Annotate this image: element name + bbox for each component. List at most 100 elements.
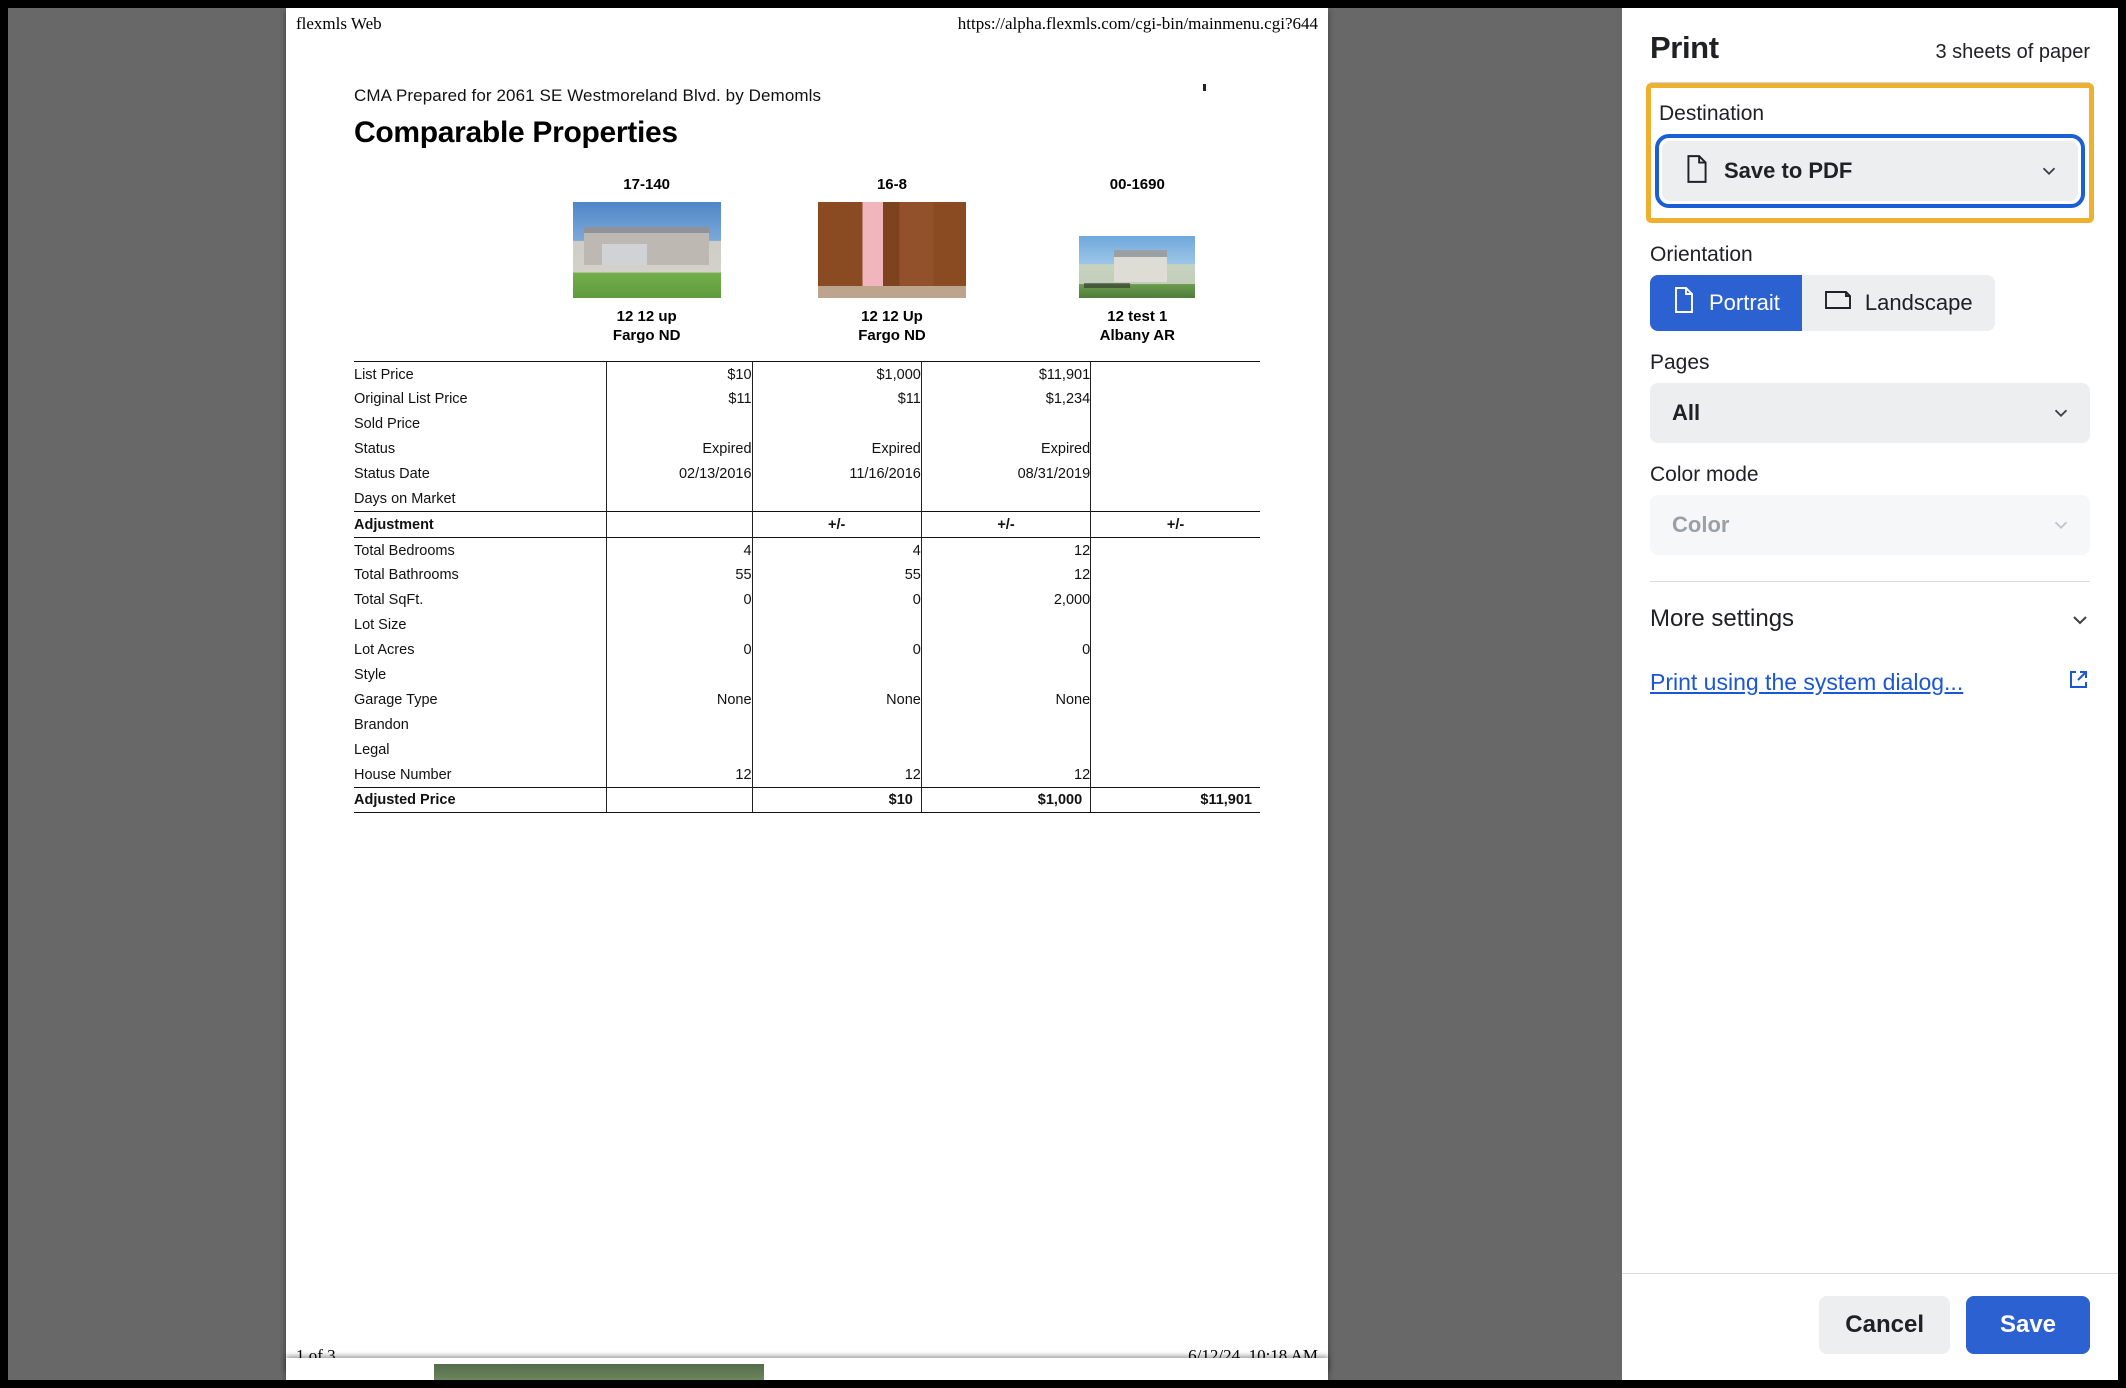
row-value: None [605, 687, 753, 713]
row-value: 02/13/2016 [605, 461, 753, 487]
row-value: 12 [920, 762, 1091, 788]
orientation-label: Orientation [1650, 243, 1753, 266]
row-adjust-cell [1090, 612, 1260, 638]
row-value [920, 737, 1091, 763]
row-value: 0 [605, 587, 753, 613]
table-row: Status Expired Expired Expired [354, 436, 1260, 462]
row-label: Status Date [354, 466, 430, 483]
row-label: Adjustment [354, 511, 607, 538]
row-adjust-cell [1090, 386, 1260, 412]
system-dialog-link[interactable]: Print using the system dialog... [1650, 669, 1963, 696]
row-adjust-cell [1090, 562, 1260, 588]
table-row: Garage Type None None None [354, 687, 1260, 713]
color-mode-setting: Color mode Color [1622, 463, 2118, 555]
external-link-icon [2066, 668, 2090, 697]
row-value: Expired [751, 436, 922, 462]
portrait-page-icon [1672, 286, 1696, 320]
table-row: Lot Acres 0 0 0 [354, 637, 1260, 663]
more-settings-label: More settings [1650, 605, 1795, 632]
row-value: 0 [605, 637, 753, 663]
table-row: Total SqFt. 0 0 2,000 [354, 587, 1260, 613]
row-adjust-value: +/- [751, 511, 922, 538]
row-total-value: $11,901 [1090, 787, 1260, 814]
row-value: Expired [605, 436, 753, 462]
row-value [605, 712, 753, 738]
pages-select[interactable]: All [1650, 383, 2090, 443]
row-value [751, 486, 922, 512]
print-dialog-title: Print [1650, 30, 1719, 65]
row-value [920, 662, 1091, 688]
cancel-button[interactable]: Cancel [1819, 1296, 1950, 1354]
sheet-count-label: 3 sheets of paper [1935, 41, 2090, 63]
table-row: Status Date 02/13/2016 11/16/2016 08/31/… [354, 461, 1260, 487]
comparable-city: Fargo ND [858, 327, 926, 345]
destination-focus-ring: Save to PDF [1655, 134, 2085, 208]
row-value [751, 612, 922, 638]
comparables-header: 17-140 12 12 up Fargo ND 16-8 12 12 Up F… [524, 176, 1260, 345]
row-label: Original List Price [354, 391, 468, 408]
orientation-landscape-label: Landscape [1864, 290, 1973, 315]
row-value [920, 612, 1091, 638]
more-settings-toggle[interactable]: More settings [1622, 582, 2118, 656]
comparable-name: 12 12 Up [861, 308, 923, 325]
destination-value: Save to PDF [1724, 158, 1853, 183]
destination-setting-highlight: Destination Save to PDF [1646, 83, 2094, 223]
comparable-column: 00-1690 12 test 1 Albany AR [1015, 176, 1260, 345]
save-button[interactable]: Save [1966, 1296, 2090, 1354]
row-total-value: $10 [751, 787, 922, 814]
orientation-portrait-button[interactable]: Portrait [1650, 275, 1802, 331]
comparable-city: Fargo ND [612, 327, 681, 345]
chevron-down-icon [2050, 514, 2072, 536]
system-dialog-row[interactable]: Print using the system dialog... [1622, 656, 2118, 708]
preview-page-1: flexmls Web https://alpha.flexmls.com/cg… [286, 8, 1328, 1370]
row-value [605, 511, 753, 538]
row-label: Style [354, 667, 387, 684]
row-label: Garage Type [354, 692, 438, 709]
print-preview-area[interactable]: flexmls Web https://alpha.flexmls.com/cg… [8, 8, 1622, 1380]
row-value [605, 787, 753, 814]
table-row: House Number 12 12 12 [354, 762, 1260, 788]
comparable-name: 12 12 up [616, 308, 677, 325]
row-value: $10 [605, 361, 753, 387]
comparable-id: 16-8 [876, 176, 907, 193]
row-label: Status [354, 441, 396, 458]
page-running-header: flexmls Web https://alpha.flexmls.com/cg… [296, 14, 1318, 38]
row-label: Days on Market [354, 491, 456, 508]
orientation-landscape-button[interactable]: Landscape [1801, 275, 1995, 331]
cma-prepared-line: CMA Prepared for 2061 SE Westmoreland Bl… [354, 86, 822, 105]
row-adjust-cell [1090, 662, 1260, 688]
color-mode-label: Color mode [1650, 463, 1759, 486]
table-row: Days on Market [354, 486, 1260, 512]
row-adjust-cell [1090, 537, 1260, 563]
orientation-portrait-label: Portrait [1709, 290, 1780, 315]
comparable-id: 00-1690 [1109, 176, 1165, 193]
row-value: 4 [751, 537, 922, 563]
comparable-column: 17-140 12 12 up Fargo ND [524, 176, 769, 345]
table-row: Total Bedrooms 4 4 12 [354, 537, 1260, 563]
row-value [920, 486, 1091, 512]
destination-select[interactable]: Save to PDF [1662, 141, 2078, 201]
row-label: Legal [354, 742, 390, 759]
row-label: Sold Price [354, 416, 421, 433]
row-value: 12 [920, 537, 1091, 563]
table-row: Sold Price [354, 411, 1260, 437]
row-value: 55 [605, 562, 753, 588]
row-adjust-value: +/- [1090, 511, 1260, 538]
row-total-value: $1,000 [920, 787, 1091, 814]
row-value [605, 486, 753, 512]
row-adjust-cell [1090, 587, 1260, 613]
row-value: 12 [920, 562, 1091, 588]
row-value: 0 [920, 637, 1091, 663]
row-value: $1,000 [751, 361, 922, 387]
row-value: 2,000 [920, 587, 1091, 613]
destination-label: Destination [1659, 102, 1765, 125]
row-value: Expired [920, 436, 1091, 462]
color-mode-select: Color [1650, 495, 2090, 555]
row-value: 4 [605, 537, 753, 563]
row-value [751, 662, 922, 688]
row-label: Brandon [354, 717, 409, 734]
row-value [605, 612, 753, 638]
row-value [605, 411, 753, 437]
table-row: Lot Size [354, 612, 1260, 638]
row-adjust-cell [1090, 687, 1260, 713]
